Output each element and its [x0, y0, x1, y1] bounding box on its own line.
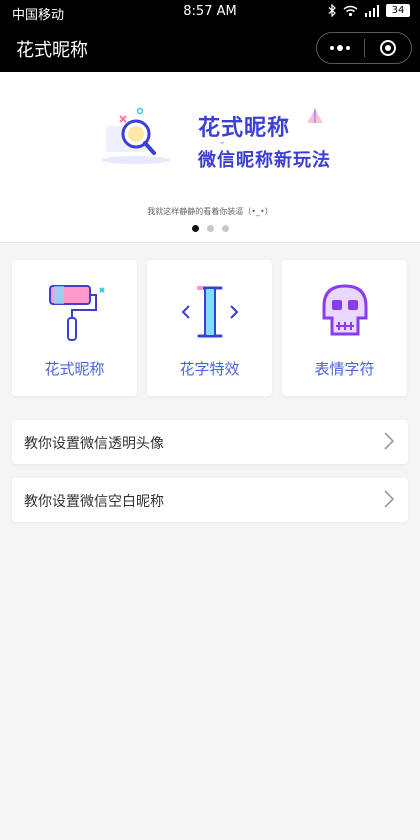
indicator-dot[interactable] — [206, 225, 214, 232]
bluetooth-icon — [328, 4, 336, 17]
more-button[interactable] — [317, 33, 364, 63]
list-item-blank-nickname[interactable]: 教你设置微信空白昵称 — [12, 478, 408, 522]
carousel-indicator — [0, 225, 420, 232]
card-label: 花字特效 — [179, 360, 240, 378]
mini-program-capsule — [316, 32, 412, 64]
banner-subtitle: 微信昵称新玩法 — [198, 150, 331, 171]
card-label: 花式昵称 — [44, 360, 105, 378]
skull-icon — [322, 284, 367, 336]
battery-icon: 34 — [386, 4, 410, 17]
signal-icon — [365, 4, 379, 17]
page-title: 花式昵称 — [16, 40, 88, 61]
wifi-icon — [343, 5, 358, 16]
list-item-transparent-avatar[interactable]: 教你设置微信透明头像 — [12, 420, 408, 464]
list-item-label: 教你设置微信透明头像 — [24, 436, 164, 452]
status-icons: 34 — [328, 4, 410, 17]
close-button[interactable] — [364, 33, 411, 63]
target-icon — [379, 40, 396, 56]
banner-caption: 我就这样静静的看着你装逼（•_•） — [147, 207, 273, 216]
card-emoji-chars[interactable]: 表情字符 — [282, 260, 407, 396]
banner-carousel[interactable]: 花式昵称 ⌄ 微信昵称新玩法 我就这样静静的看着你装逼（•_•） — [0, 72, 420, 243]
status-bar: 中国移动 8:57 AM 34 — [0, 0, 420, 24]
feature-cards: 花式昵称 花字特效 表情字符 — [12, 260, 408, 396]
magnifier-illustration-icon — [102, 107, 170, 164]
chevron-right-icon — [384, 490, 394, 508]
card-label: 表情字符 — [314, 360, 375, 378]
paint-roller-icon — [48, 285, 105, 341]
chevron-right-icon — [384, 432, 394, 450]
card-fancy-nickname[interactable]: 花式昵称 — [12, 260, 137, 396]
more-dots-icon — [330, 45, 351, 51]
indicator-dot[interactable] — [191, 225, 199, 232]
card-flower-text[interactable]: 花字特效 — [147, 260, 272, 396]
indicator-dot[interactable] — [221, 225, 229, 232]
banner-title: 花式昵称 — [198, 116, 291, 141]
text-cursor-icon — [181, 286, 238, 338]
paper-plane-icon — [307, 109, 323, 123]
nav-bar: 花式昵称 — [0, 24, 420, 72]
list-item-label: 教你设置微信空白昵称 — [24, 494, 164, 510]
